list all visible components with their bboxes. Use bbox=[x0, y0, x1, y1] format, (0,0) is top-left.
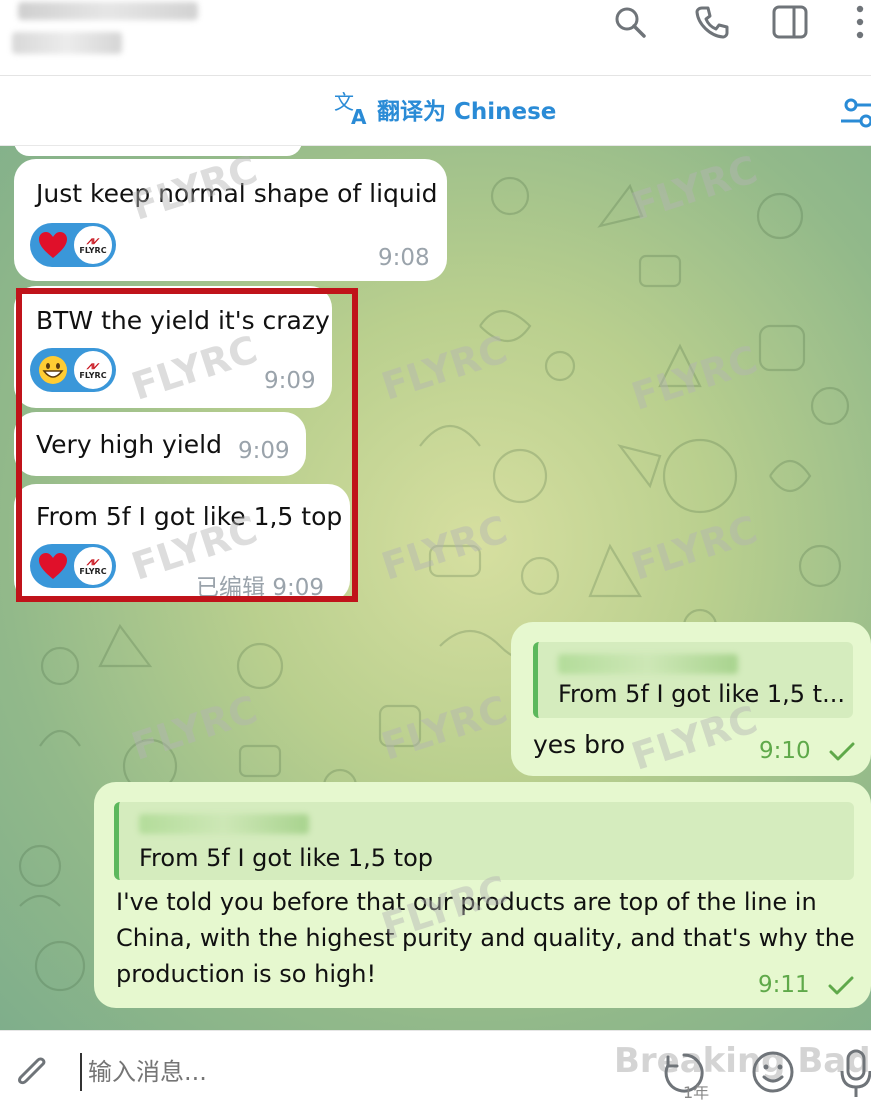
reactor-avatar: ⩘⩗ FLYRC bbox=[74, 226, 112, 264]
phone-icon[interactable] bbox=[692, 2, 732, 42]
message-text: Very high yield bbox=[36, 430, 222, 459]
quote-sender-redacted bbox=[558, 654, 738, 674]
sidebar-toggle-icon[interactable] bbox=[770, 2, 810, 42]
message-text-line: I've told you before that our products a… bbox=[116, 888, 817, 916]
reaction-pill[interactable]: ⩘⩗ FLYRC bbox=[30, 223, 116, 267]
more-menu-icon[interactable] bbox=[840, 2, 871, 42]
translate-label: 翻译为 Chinese bbox=[377, 99, 557, 125]
reply-quote[interactable]: From 5f I got like 1,5 top bbox=[114, 802, 854, 880]
chat-header bbox=[0, 0, 871, 76]
contact-status-redacted bbox=[12, 32, 122, 54]
reactor-avatar: ⩘⩗ FLYRC bbox=[74, 547, 112, 585]
reply-quote[interactable]: From 5f I got like 1,5 t... bbox=[533, 642, 853, 718]
quote-sender-redacted bbox=[139, 814, 309, 834]
emoji-icon[interactable] bbox=[750, 1049, 796, 1095]
message-bubble-outgoing[interactable]: From 5f I got like 1,5 t... yes bro 9:10 bbox=[511, 622, 871, 776]
message-text-line: production is so high! bbox=[116, 960, 377, 988]
reaction-pill[interactable]: ⩘⩗ FLYRC bbox=[30, 544, 116, 588]
message-time: 9:09 bbox=[264, 368, 316, 394]
overlay-watermark: Breaking Bad bbox=[614, 1041, 871, 1081]
message-bubble-incoming[interactable]: Just keep normal shape of liquid ⩘⩗ FLYRC… bbox=[14, 159, 447, 281]
message-text: yes bro bbox=[533, 730, 626, 759]
translate-icon: 文 A bbox=[334, 91, 367, 127]
message-input-bar: Breaking Bad 1年 bbox=[0, 1030, 871, 1105]
message-text: Just keep normal shape of liquid bbox=[36, 179, 438, 208]
timer-label: 1年 bbox=[683, 1083, 710, 1102]
paperclip-icon[interactable] bbox=[12, 1051, 52, 1095]
message-time: 9:09 bbox=[238, 438, 290, 464]
svg-text:A: A bbox=[351, 105, 367, 127]
search-icon[interactable] bbox=[610, 2, 650, 42]
heart-icon bbox=[36, 228, 70, 262]
message-bubble-incoming[interactable]: Very high yield 9:09 bbox=[14, 412, 306, 476]
message-bubble-outgoing[interactable]: From 5f I got like 1,5 top I've told you… bbox=[94, 782, 871, 1008]
translate-bar: 文 A 翻译为 Chinese bbox=[0, 77, 871, 146]
microphone-icon[interactable] bbox=[838, 1047, 871, 1099]
message-text-line: China, with the highest purity and quali… bbox=[116, 924, 855, 952]
grinning-face-icon bbox=[36, 353, 70, 387]
contact-name-redacted[interactable] bbox=[18, 2, 198, 20]
message-time: 9:08 bbox=[378, 245, 430, 271]
heart-icon bbox=[36, 549, 70, 583]
message-bubble-partial[interactable] bbox=[14, 146, 302, 156]
quote-text: From 5f I got like 1,5 t... bbox=[558, 680, 845, 708]
reaction-pill[interactable]: ⩘⩗ FLYRC bbox=[30, 348, 116, 392]
message-bubble-incoming[interactable]: BTW the yield it's crazy ⩘⩗ FLYRC 9:09 bbox=[14, 286, 332, 408]
message-bubble-incoming[interactable]: From 5f I got like 1,5 top ⩘⩗ FLYRC 已编辑 9… bbox=[14, 484, 350, 602]
message-time: 9:10 bbox=[759, 738, 811, 764]
edited-label: 已编辑 bbox=[196, 575, 265, 601]
message-text: BTW the yield it's crazy bbox=[36, 306, 330, 335]
message-input[interactable] bbox=[80, 1053, 600, 1091]
reactor-avatar: ⩘⩗ FLYRC bbox=[74, 351, 112, 389]
message-edited-time: 已编辑 9:09 bbox=[196, 568, 324, 602]
translate-button[interactable]: 文 A 翻译为 Chinese bbox=[333, 91, 556, 127]
sent-check-icon bbox=[828, 976, 854, 995]
message-text: From 5f I got like 1,5 top bbox=[36, 502, 343, 531]
chat-area[interactable]: Just keep normal shape of liquid ⩘⩗ FLYRC… bbox=[0, 146, 871, 1030]
quote-text: From 5f I got like 1,5 top bbox=[139, 844, 433, 872]
message-time: 9:09 bbox=[272, 575, 324, 601]
translate-settings-icon[interactable] bbox=[841, 95, 871, 131]
sent-check-icon bbox=[829, 742, 855, 761]
message-time: 9:11 bbox=[758, 972, 810, 998]
